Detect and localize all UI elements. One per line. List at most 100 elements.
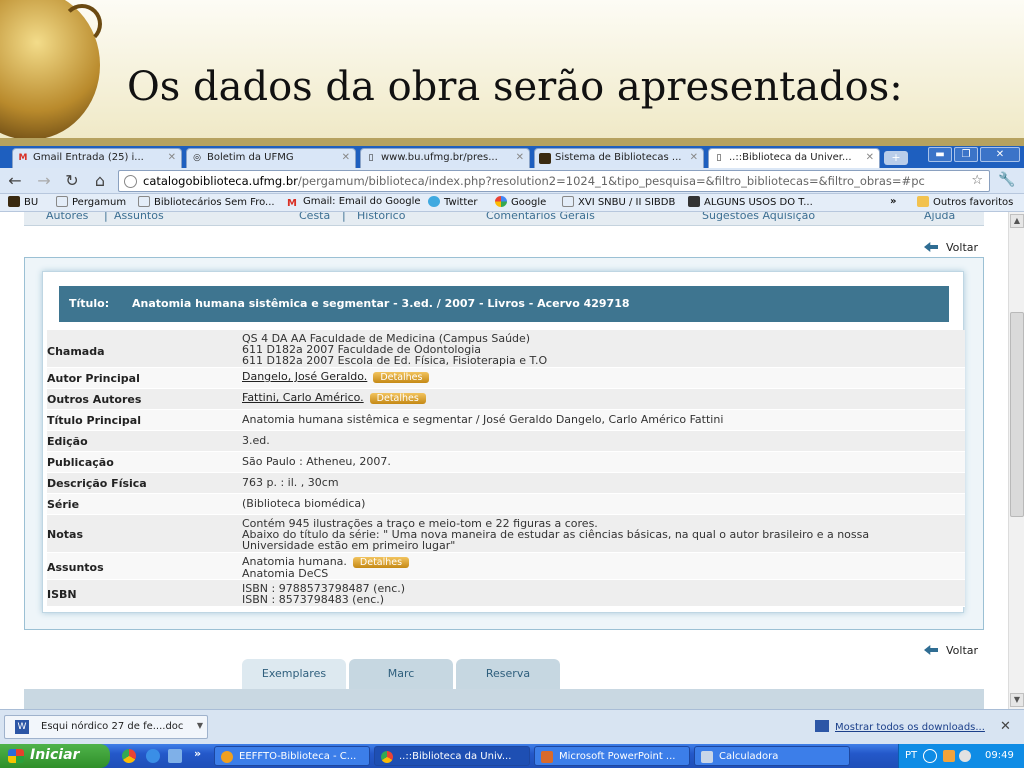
home-button[interactable]: ⌂ [90, 171, 110, 191]
nav-comentarios[interactable]: Comentários Gerais [486, 212, 595, 222]
tab-biblioteca[interactable]: ▯ ..::Biblioteca da Univer... ✕ [708, 148, 880, 168]
bookmarks-more[interactable]: » [890, 196, 896, 207]
nav-cesta[interactable]: Cesta [299, 212, 330, 222]
tab-exemplares[interactable]: Exemplares [242, 659, 346, 689]
tab-bu[interactable]: ▯ www.bu.ufmg.br/pres... ✕ [360, 148, 530, 168]
powerpoint-icon [541, 751, 553, 763]
bookmark-twitter[interactable]: Twitter [428, 196, 478, 208]
close-icon[interactable]: ✕ [516, 152, 524, 163]
close-window-button[interactable]: ✕ [980, 147, 1020, 162]
clock: 09:49 [985, 750, 1014, 761]
tray-app-icon[interactable] [943, 750, 955, 762]
chrome-icon[interactable] [122, 749, 136, 763]
record-card: Título: Anatomia humana sistêmica e segme… [42, 271, 965, 613]
back-arrow-icon [924, 645, 938, 655]
field-value: Anatomia humana. Detalhes Anatomia DeCS [242, 556, 410, 580]
maximize-button[interactable]: ❐ [954, 147, 978, 162]
detalhes-button[interactable]: Detalhes [352, 557, 410, 568]
field-notas: Notas Contém 945 ilustrações a traço e m… [47, 515, 965, 553]
show-all-downloads-link[interactable]: Mostrar todos os downloads... [815, 720, 985, 733]
field-outros-autores: Outros Autores Fattini, Carlo Américo. De… [47, 389, 965, 410]
download-item[interactable]: W Esqui nórdico 27 de fe....doc ▼ [4, 715, 208, 739]
bookmark-bu[interactable]: BU [8, 196, 38, 208]
value-line: Anatomia DeCS [242, 567, 329, 580]
bookmark-label: Outros favoritos [933, 197, 1014, 208]
close-icon[interactable]: ✕ [690, 152, 698, 163]
back-button[interactable]: ← [5, 171, 25, 191]
start-button[interactable]: Iniciar [0, 744, 110, 768]
field-value: Contém 945 ilustrações a traço e meio-to… [242, 518, 869, 551]
nav-autores[interactable]: Autores [46, 212, 88, 222]
desktop-icon[interactable] [168, 749, 182, 763]
bookmark-google[interactable]: Google [495, 196, 546, 208]
close-icon[interactable]: ✕ [342, 152, 350, 163]
task-label: Microsoft PowerPoint ... [559, 751, 676, 762]
task-calculadora[interactable]: Calculadora [694, 746, 850, 766]
language-indicator[interactable]: PT [905, 750, 917, 761]
reload-button[interactable]: ↻ [62, 171, 82, 191]
scroll-thumb[interactable] [1010, 312, 1024, 517]
author-link[interactable]: Fattini, Carlo Américo. [242, 391, 364, 404]
field-edicao: Edição 3.ed. [47, 431, 965, 452]
field-label: Autor Principal [47, 372, 140, 385]
bookmark-bibliotecarios[interactable]: Bibliotecários Sem Fro... [138, 196, 275, 208]
scroll-up-button[interactable]: ▲ [1010, 214, 1024, 228]
nav-ajuda[interactable]: Ajuda [924, 212, 955, 222]
task-label: ..::Biblioteca da Univ... [399, 751, 512, 762]
field-value: Dangelo, José Geraldo. Detalhes [242, 370, 430, 383]
task-biblioteca[interactable]: ..::Biblioteca da Univ... [374, 746, 530, 766]
page-info-icon [124, 175, 137, 188]
field-label: Publicação [47, 456, 114, 469]
close-icon[interactable]: ✕ [866, 152, 874, 163]
voltar-link-bottom[interactable]: Voltar [924, 644, 978, 657]
tab-sistema[interactable]: Sistema de Bibliotecas ... ✕ [534, 148, 704, 168]
tab-boletim[interactable]: ◎ Boletim da UFMG ✕ [186, 148, 356, 168]
author-link[interactable]: Dangelo, José Geraldo. [242, 370, 367, 383]
detalhes-button[interactable]: Detalhes [369, 393, 426, 404]
tab-label: www.bu.ufmg.br/pres... [381, 152, 498, 163]
title-label: Título: [69, 297, 110, 310]
field-value: São Paulo : Atheneu, 2007. [242, 455, 391, 468]
task-powerpoint[interactable]: Microsoft PowerPoint ... [534, 746, 690, 766]
globe-stand [62, 4, 102, 44]
bookmark-others[interactable]: Outros favoritos [917, 196, 1013, 208]
tab-marc[interactable]: Marc [349, 659, 453, 689]
star-icon[interactable]: ☆ [971, 173, 983, 188]
tab-gmail[interactable]: M Gmail Entrada (25) i... ✕ [12, 148, 182, 168]
wrench-icon[interactable]: 🔧 [998, 172, 1015, 188]
nav-historico[interactable]: Histórico [357, 212, 405, 222]
task-eeffto[interactable]: EEFFTO-Biblioteca - C... [214, 746, 370, 766]
nav-sugestoes[interactable]: Sugestões Aquisição [702, 212, 815, 222]
bookmark-gmail[interactable]: M Gmail: Email do Google [287, 196, 421, 209]
new-tab-button[interactable]: + [884, 151, 908, 165]
forward-button[interactable]: → [34, 171, 54, 191]
title-value: Anatomia humana sistêmica e segmentar - … [132, 297, 630, 310]
field-label: Notas [47, 528, 83, 541]
close-icon[interactable]: ✕ [1000, 719, 1011, 734]
back-arrow-icon [924, 242, 938, 252]
bu-icon [539, 153, 551, 164]
chevron-down-icon[interactable]: ▼ [197, 721, 203, 730]
detalhes-button[interactable]: Detalhes [373, 372, 430, 383]
scroll-down-button[interactable]: ▼ [1010, 693, 1024, 707]
volume-icon[interactable] [959, 750, 971, 762]
bookmark-snbu[interactable]: XVI SNBU / II SIBDB [562, 196, 675, 208]
close-icon[interactable]: ✕ [168, 152, 176, 163]
tab-reserva[interactable]: Reserva [456, 659, 560, 689]
address-bar[interactable]: catalogobiblioteca.ufmg.br/pergamum/bibl… [118, 170, 990, 192]
field-label: Assuntos [47, 561, 104, 574]
field-value: 763 p. : il. , 30cm [242, 476, 339, 489]
nav-assuntos[interactable]: Assuntos [114, 212, 164, 222]
tray-expand-icon[interactable] [923, 749, 937, 763]
record-panel: Título: Anatomia humana sistêmica e segme… [24, 257, 984, 630]
vertical-scrollbar[interactable]: ▲ ▼ [1008, 212, 1024, 709]
ie-icon[interactable] [146, 749, 160, 763]
record-title-bar: Título: Anatomia humana sistêmica e segme… [59, 286, 949, 322]
folder-icon [917, 196, 929, 207]
bu-icon [8, 196, 20, 207]
voltar-link-top[interactable]: Voltar [924, 241, 978, 254]
bookmark-usos[interactable]: ALGUNS USOS DO T... [688, 196, 813, 208]
bookmark-pergamum[interactable]: Pergamum [56, 196, 126, 208]
quicklaunch-more[interactable]: » [194, 747, 201, 760]
minimize-button[interactable]: ▬ [928, 147, 952, 162]
